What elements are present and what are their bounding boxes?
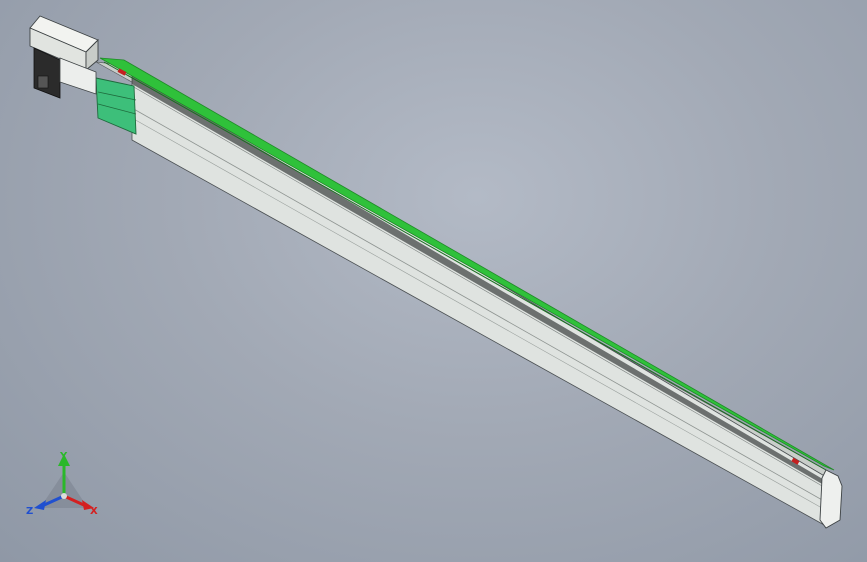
guide-rail — [99, 57, 835, 471]
motor-connector — [37, 75, 49, 89]
axis-triad[interactable]: Y X Z — [24, 448, 108, 528]
extrusion-groove-3 — [131, 85, 837, 495]
z-axis-label: Z — [26, 506, 33, 517]
guide-rail-edge — [103, 61, 827, 471]
3d-viewport[interactable]: Y X Z — [0, 0, 867, 562]
carriage — [95, 77, 137, 135]
triad-origin — [61, 493, 67, 499]
end-cap — [819, 469, 843, 529]
z-axis-arrow — [34, 500, 46, 510]
extrusion-groove-1 — [131, 107, 832, 506]
linear-module-model[interactable] — [0, 0, 867, 562]
extrusion-groove-2 — [131, 117, 830, 513]
y-axis-label: Y — [59, 451, 68, 462]
x-axis-label: X — [90, 506, 98, 517]
extrusion-shadow-band — [132, 74, 838, 492]
